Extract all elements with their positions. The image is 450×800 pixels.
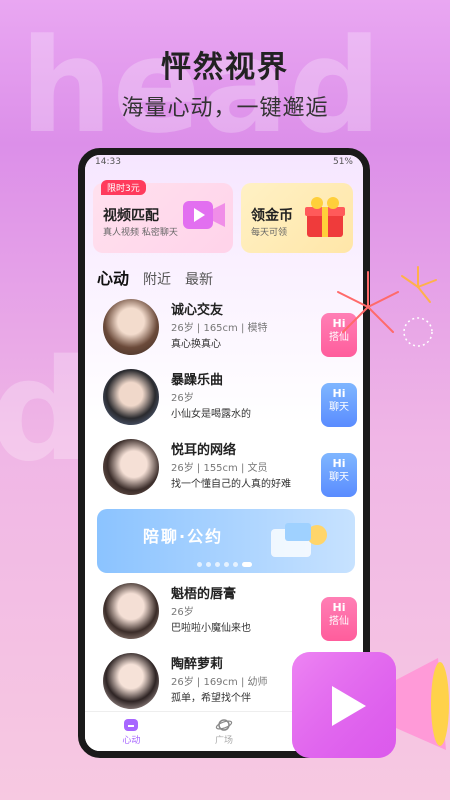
user-bio: 孤单，希望找个伴 [171,693,251,704]
avatar[interactable] [103,299,159,355]
fireworks-icon [337,266,437,347]
hi-label: Hi [332,387,346,400]
pager-dot[interactable] [233,562,238,567]
video-camera-icon [183,201,225,229]
nav-square[interactable]: 广场 [215,717,233,746]
tab-heartbeat[interactable]: 心动 [97,265,129,291]
user-meta: 26岁 | 155cm | 文员 [171,463,268,474]
pager-dot[interactable] [215,562,220,567]
action-label: 聊天 [329,472,349,483]
avatar[interactable] [103,439,159,495]
user-row[interactable]: 魁梧的唇膏 26岁 巴啦啦小魔仙来也 Hi 搭仙 [85,579,363,649]
nav-label: 心动 [122,736,141,746]
user-row[interactable]: 暴躁乐曲 26岁 小仙女是喝露水的 Hi 聊天 [85,365,363,435]
user-meta: 26岁 [171,393,194,404]
banner-pager [197,562,252,567]
status-bar: 14:33 51% [85,155,363,171]
coin-sub: 每天可领 [251,228,288,238]
feed-tabs: 心动 附近 最新 [97,265,213,291]
greet-button[interactable]: Hi 搭仙 [321,597,357,641]
nav-label: 广场 [214,736,233,746]
user-bio: 小仙女是喝露水的 [171,409,251,420]
user-bio: 真心换真心 [171,339,221,350]
action-label: 搭仙 [329,616,349,627]
pager-dot[interactable] [224,562,229,567]
status-battery: 51% [332,157,353,167]
user-name: 暴躁乐曲 [171,373,224,388]
user-row[interactable]: 悦耳的网络 26岁 | 155cm | 文员 找一个懂自己的人真的好难 Hi 聊… [85,435,363,505]
chat-button[interactable]: Hi 聊天 [321,453,357,497]
tab-nearby[interactable]: 附近 [143,269,171,289]
promo-banner[interactable]: 陪聊·公约 [97,509,355,573]
hero-title: 怦然视界 [161,50,289,85]
coin-title: 领金币 [251,208,293,224]
video-match-title: 视频匹配 [103,208,159,224]
banner-title: 陪聊·公约 [143,527,224,546]
bg-watermark-top: head [20,10,382,162]
user-meta: 26岁 [171,607,194,618]
status-time: 14:33 [95,157,121,167]
hi-label: Hi [332,457,346,470]
coin-card[interactable]: 领金币 每天可领 [241,183,353,253]
user-name: 悦耳的网络 [171,443,237,458]
hi-label: Hi [332,601,346,614]
user-meta: 26岁 | 165cm | 模特 [171,323,268,334]
user-bio: 找一个懂自己的人真的好难 [171,479,291,490]
pager-dot[interactable] [206,562,211,567]
user-meta: 26岁 | 169cm | 幼师 [171,677,268,688]
limit-price-badge: 限时3元 [101,180,146,195]
video-match-sub: 真人视频 私密聊天 [103,228,178,238]
avatar[interactable] [103,653,159,709]
user-name: 魁梧的唇膏 [171,587,237,602]
banner-illustration-icon [271,523,327,557]
video-camera-icon [292,652,449,758]
tab-latest[interactable]: 最新 [185,269,213,289]
nav-heartbeat[interactable]: 心动 [122,717,140,746]
home-heart-icon [124,719,139,731]
avatar[interactable] [103,583,159,639]
user-name: 陶醉萝莉 [171,657,224,672]
chat-button[interactable]: Hi 聊天 [321,383,357,427]
video-match-card[interactable]: 限时3元 视频匹配 真人视频 私密聊天 [93,180,233,253]
pager-dot-active[interactable] [242,562,252,567]
hero-subtitle: 海量心动，一键邂逅 [121,96,329,121]
user-bio: 巴啦啦小魔仙来也 [171,623,251,634]
avatar[interactable] [103,369,159,425]
promo-page: head din 怦然视界 海量心动，一键邂逅 14:33 51% 限时3元 视… [0,0,450,800]
gift-box-icon [305,197,345,237]
user-name: 诚心交友 [171,303,224,318]
planet-icon [215,719,233,731]
pager-dot[interactable] [197,562,202,567]
action-label: 聊天 [329,402,349,413]
